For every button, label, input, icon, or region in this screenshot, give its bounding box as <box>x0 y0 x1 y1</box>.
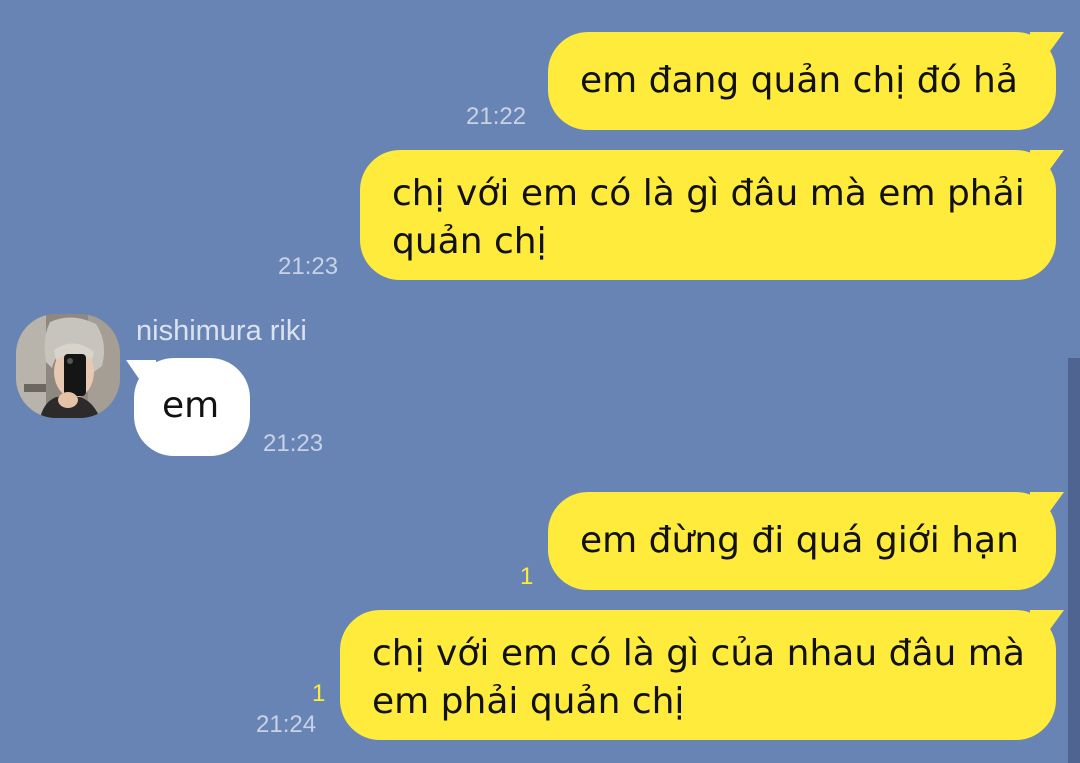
message-bubble-outgoing[interactable]: em đừng đi quá giới hạn <box>548 492 1056 590</box>
chat-message-list[interactable]: em đang quản chị đó hả 21:22 chị với em … <box>0 0 1080 763</box>
contact-avatar[interactable] <box>16 314 120 418</box>
message-timestamp: 21:23 <box>278 253 339 280</box>
message-bubble-incoming[interactable]: em <box>134 358 250 456</box>
unread-count: 1 <box>312 680 326 707</box>
message-timestamp: 21:23 <box>263 430 324 457</box>
message-text: em đang quản chị đó hả <box>580 60 1018 101</box>
message-text-line: quản chị <box>392 221 547 262</box>
sender-name: nishimura riki <box>136 315 307 347</box>
message-timestamp: 21:24 <box>256 711 317 738</box>
message-text-line: em phải quản chị <box>372 681 685 722</box>
message-text: em <box>162 385 220 426</box>
message-bubble-outgoing[interactable]: chị với em có là gì của nhau đâu mà em p… <box>340 610 1056 740</box>
message-text: em đừng đi quá giới hạn <box>580 520 1019 561</box>
message-text-line: chị với em có là gì của nhau đâu mà <box>372 633 1025 674</box>
avatar-photo-icon <box>16 314 120 418</box>
scrollbar[interactable] <box>1068 358 1080 763</box>
message-bubble-outgoing[interactable]: em đang quản chị đó hả <box>548 32 1056 130</box>
message-timestamp: 21:22 <box>466 103 527 130</box>
message-text-line: chị với em có là gì đâu mà em phải <box>392 173 1025 214</box>
unread-count: 1 <box>520 563 534 590</box>
message-bubble-outgoing[interactable]: chị với em có là gì đâu mà em phải quản … <box>360 150 1056 280</box>
